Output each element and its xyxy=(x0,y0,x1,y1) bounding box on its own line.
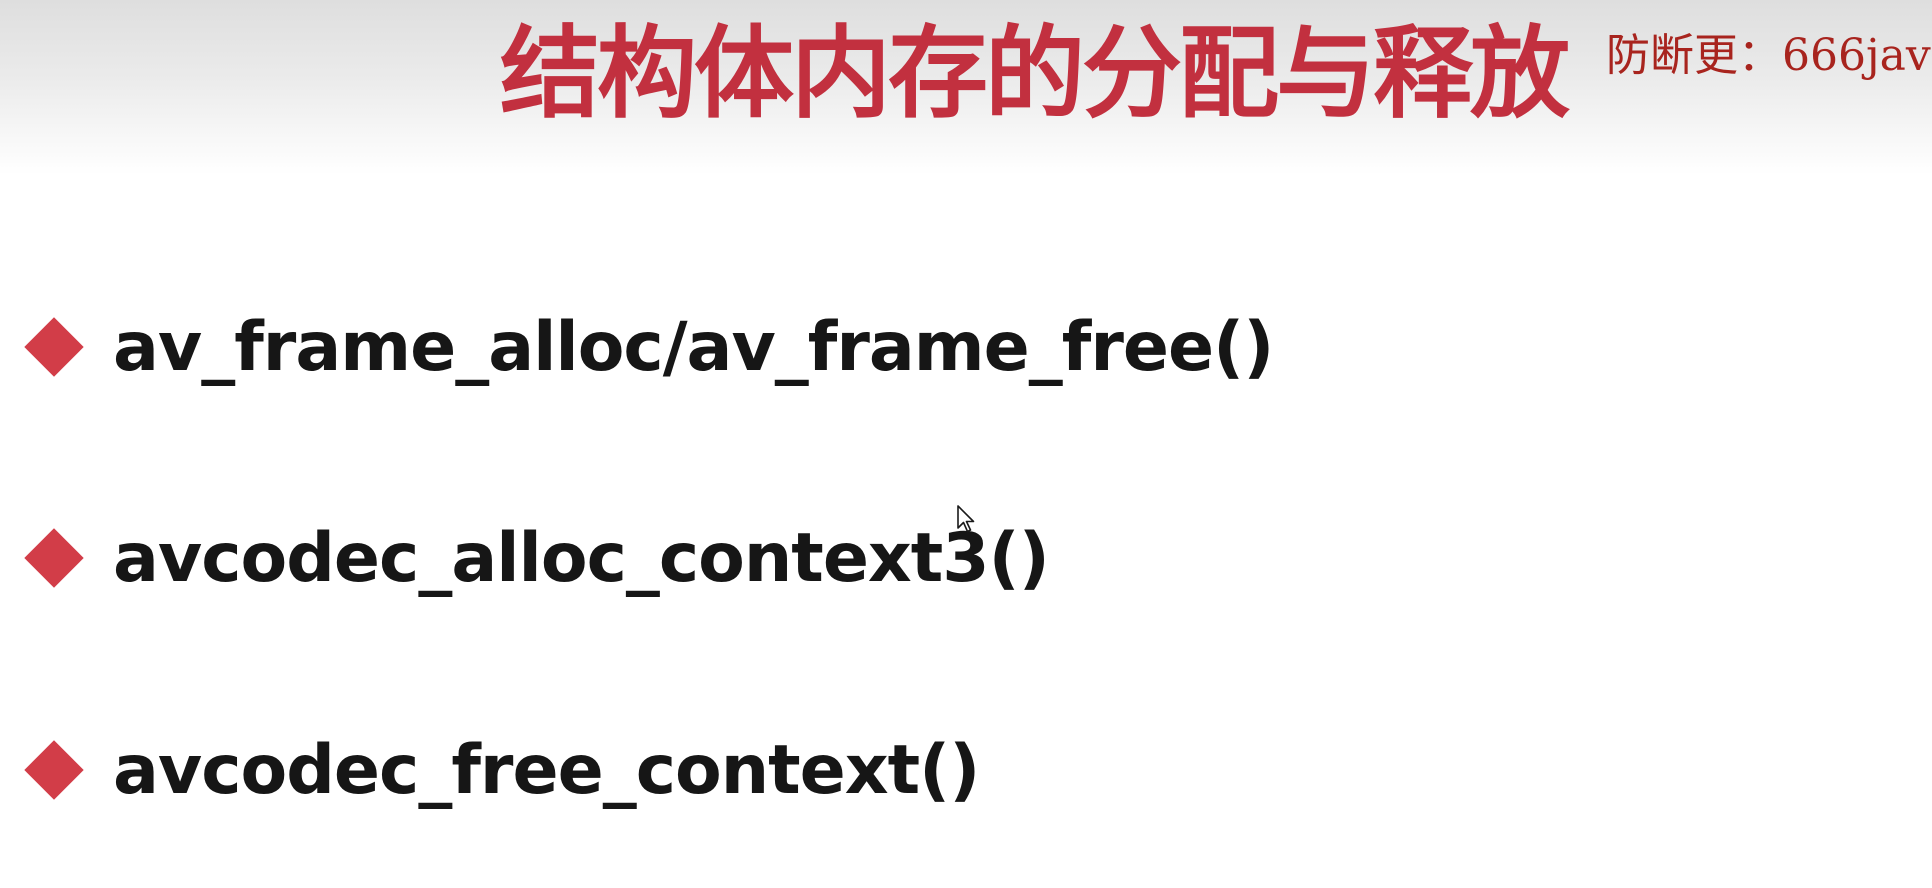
slide: 结构体内存的分配与释放 防断更：666jav av_frame_alloc/av… xyxy=(0,0,1932,888)
bullet-text: avcodec_alloc_context3() xyxy=(113,518,1050,598)
diamond-bullet-icon xyxy=(24,317,84,377)
diamond-bullet-icon xyxy=(24,528,84,588)
mouse-pointer-icon xyxy=(957,505,975,533)
bullet-list: av_frame_alloc/av_frame_free() avcodec_a… xyxy=(0,0,1932,888)
bullet-text: avcodec_free_context() xyxy=(113,730,980,810)
bullet-item: avcodec_free_context() xyxy=(24,720,980,820)
bullet-text: av_frame_alloc/av_frame_free() xyxy=(113,307,1274,387)
diamond-bullet-icon xyxy=(24,740,84,800)
bullet-item: avcodec_alloc_context3() xyxy=(24,508,1050,608)
bullet-item: av_frame_alloc/av_frame_free() xyxy=(24,297,1274,397)
